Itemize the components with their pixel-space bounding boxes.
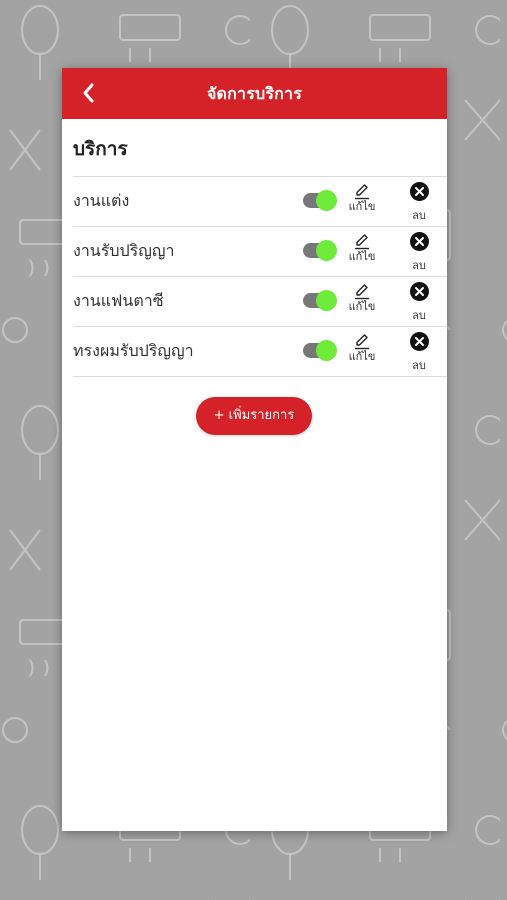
edit-label: แก้ไข [348, 250, 376, 263]
service-name: งานรับปริญญา [73, 241, 175, 260]
edit-button[interactable]: แก้ไข [345, 182, 379, 222]
close-circle-icon [409, 182, 429, 201]
service-toggle[interactable] [303, 290, 337, 311]
pencil-icon [355, 284, 369, 300]
service-row: ทรงผมรับปริญญา แก้ไข ลบ [73, 327, 447, 377]
service-management-card: จัดการบริการ บริการ งานแต่ง แก้ไข ลบ งาน… [62, 68, 447, 831]
service-name: งานแฟนตาซี [73, 291, 164, 310]
delete-label: ลบ [412, 259, 426, 272]
delete-button[interactable]: ลบ [404, 332, 434, 372]
service-toggle[interactable] [303, 190, 337, 211]
delete-label: ลบ [412, 209, 426, 222]
delete-button[interactable]: ลบ [404, 182, 434, 222]
pencil-icon [355, 234, 369, 250]
pencil-icon [355, 184, 369, 200]
service-name: งานแต่ง [73, 191, 130, 210]
delete-label: ลบ [412, 359, 426, 372]
toggle-knob [316, 190, 337, 211]
service-toggle[interactable] [303, 340, 337, 361]
close-circle-icon [409, 232, 429, 251]
edit-button[interactable]: แก้ไข [345, 282, 379, 322]
service-list: งานแต่ง แก้ไข ลบ งานรับปริญญา แก้ไข ลบ ง… [73, 176, 447, 377]
page-title: จัดการบริการ [206, 84, 303, 103]
edit-label: แก้ไข [348, 200, 376, 213]
close-circle-icon [409, 332, 429, 351]
service-row: งานแฟนตาซี แก้ไข ลบ [73, 277, 447, 327]
toggle-knob [316, 240, 337, 261]
delete-button[interactable]: ลบ [404, 232, 434, 272]
toggle-knob [316, 340, 337, 361]
toggle-knob [316, 290, 337, 311]
close-circle-icon [409, 282, 429, 301]
service-name: ทรงผมรับปริญญา [73, 341, 194, 360]
edit-button[interactable]: แก้ไข [345, 332, 379, 372]
edit-button[interactable]: แก้ไข [345, 232, 379, 272]
service-toggle[interactable] [303, 240, 337, 261]
section-title: บริการ [73, 138, 128, 160]
app-header: จัดการบริการ [62, 68, 447, 119]
edit-label: แก้ไข [348, 300, 376, 313]
edit-label: แก้ไข [348, 350, 376, 363]
service-row: งานแต่ง แก้ไข ลบ [73, 177, 447, 227]
delete-button[interactable]: ลบ [404, 282, 434, 322]
service-row: งานรับปริญญา แก้ไข ลบ [73, 227, 447, 277]
delete-label: ลบ [412, 309, 426, 322]
pencil-icon [355, 334, 369, 350]
add-item-button[interactable]: + เพิ่มรายการ [196, 397, 312, 435]
